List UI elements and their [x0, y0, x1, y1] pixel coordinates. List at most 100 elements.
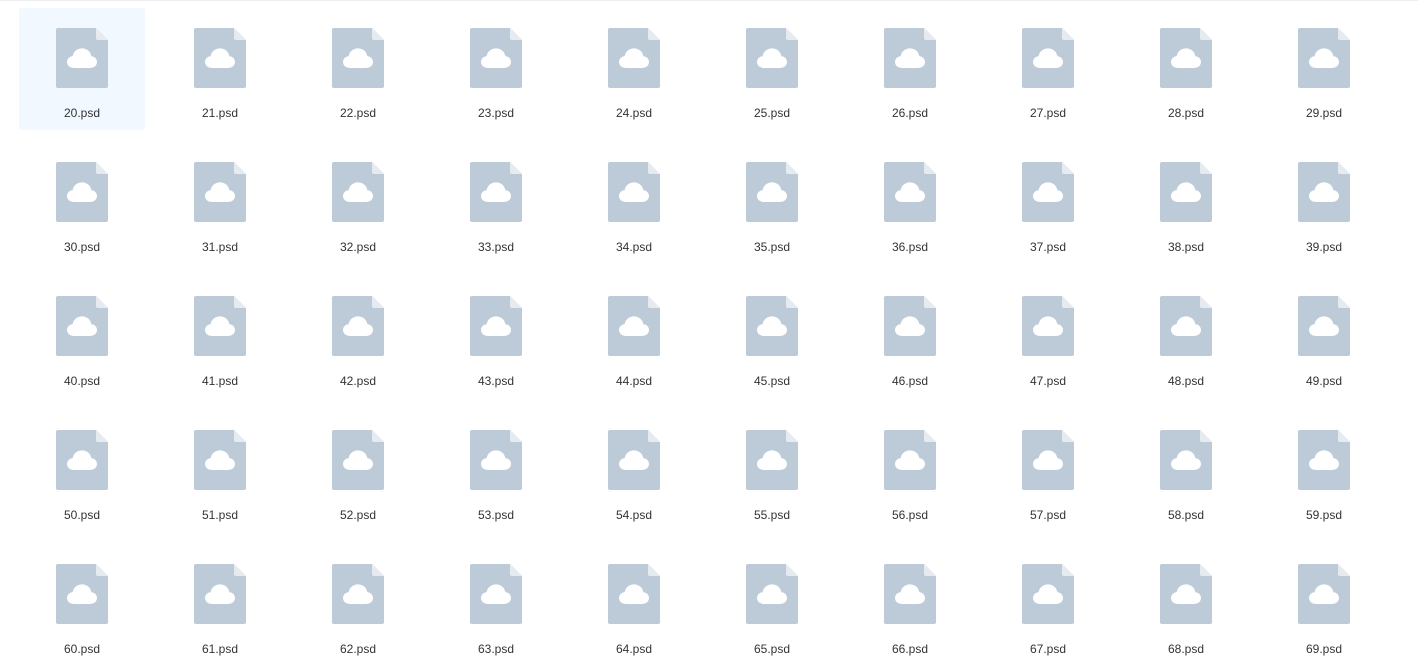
file-item[interactable]: 58.psd [1123, 410, 1249, 532]
file-item[interactable]: 47.psd [985, 276, 1111, 398]
file-item[interactable]: 32.psd [295, 142, 421, 264]
file-name: 35.psd [753, 240, 791, 254]
file-item[interactable]: 43.psd [433, 276, 559, 398]
cloud-file-icon [1298, 430, 1350, 490]
file-name: 69.psd [1305, 642, 1343, 656]
file-item[interactable]: 64.psd [571, 544, 697, 666]
file-grid: 20.psd 21.psd 22.psd 23.psd 24.psd 25.ps… [19, 8, 1387, 666]
file-item[interactable]: 35.psd [709, 142, 835, 264]
cloud-file-icon [194, 28, 246, 88]
file-item[interactable]: 49.psd [1261, 276, 1387, 398]
file-name: 30.psd [63, 240, 101, 254]
file-item[interactable]: 34.psd [571, 142, 697, 264]
cloud-file-icon [470, 162, 522, 222]
file-name: 46.psd [891, 374, 929, 388]
file-item[interactable]: 48.psd [1123, 276, 1249, 398]
cloud-file-icon [332, 564, 384, 624]
cloud-file-icon [1022, 430, 1074, 490]
cloud-file-icon [470, 430, 522, 490]
file-item[interactable]: 57.psd [985, 410, 1111, 532]
file-item[interactable]: 65.psd [709, 544, 835, 666]
file-item[interactable]: 55.psd [709, 410, 835, 532]
cloud-file-icon [746, 162, 798, 222]
cloud-file-icon [746, 28, 798, 88]
file-name: 53.psd [477, 508, 515, 522]
cloud-file-icon [884, 564, 936, 624]
file-item[interactable]: 22.psd [295, 8, 421, 130]
file-name: 57.psd [1029, 508, 1067, 522]
file-item[interactable]: 44.psd [571, 276, 697, 398]
file-name: 62.psd [339, 642, 377, 656]
file-item[interactable]: 69.psd [1261, 544, 1387, 666]
file-item[interactable]: 28.psd [1123, 8, 1249, 130]
file-item[interactable]: 67.psd [985, 544, 1111, 666]
file-item[interactable]: 63.psd [433, 544, 559, 666]
file-item[interactable]: 20.psd [19, 8, 145, 130]
file-name: 60.psd [63, 642, 101, 656]
file-item[interactable]: 41.psd [157, 276, 283, 398]
file-name: 66.psd [891, 642, 929, 656]
cloud-file-icon [746, 564, 798, 624]
file-item[interactable]: 62.psd [295, 544, 421, 666]
file-item[interactable]: 38.psd [1123, 142, 1249, 264]
file-item[interactable]: 33.psd [433, 142, 559, 264]
file-name: 67.psd [1029, 642, 1067, 656]
file-name: 36.psd [891, 240, 929, 254]
file-item[interactable]: 24.psd [571, 8, 697, 130]
file-item[interactable]: 46.psd [847, 276, 973, 398]
cloud-file-icon [1022, 28, 1074, 88]
file-item[interactable]: 52.psd [295, 410, 421, 532]
file-item[interactable]: 39.psd [1261, 142, 1387, 264]
file-item[interactable]: 59.psd [1261, 410, 1387, 532]
file-item[interactable]: 45.psd [709, 276, 835, 398]
file-name: 22.psd [339, 106, 377, 120]
file-name: 52.psd [339, 508, 377, 522]
cloud-file-icon [332, 430, 384, 490]
file-item[interactable]: 26.psd [847, 8, 973, 130]
file-item[interactable]: 25.psd [709, 8, 835, 130]
file-name: 54.psd [615, 508, 653, 522]
cloud-file-icon [56, 430, 108, 490]
file-item[interactable]: 53.psd [433, 410, 559, 532]
cloud-file-icon [56, 564, 108, 624]
file-item[interactable]: 51.psd [157, 410, 283, 532]
file-name: 25.psd [753, 106, 791, 120]
top-divider [0, 0, 1418, 1]
file-item[interactable]: 56.psd [847, 410, 973, 532]
cloud-file-icon [332, 162, 384, 222]
file-name: 48.psd [1167, 374, 1205, 388]
file-item[interactable]: 30.psd [19, 142, 145, 264]
file-item[interactable]: 37.psd [985, 142, 1111, 264]
file-name: 63.psd [477, 642, 515, 656]
file-item[interactable]: 40.psd [19, 276, 145, 398]
cloud-file-icon [1160, 162, 1212, 222]
file-item[interactable]: 36.psd [847, 142, 973, 264]
cloud-file-icon [194, 430, 246, 490]
file-item[interactable]: 68.psd [1123, 544, 1249, 666]
file-name: 41.psd [201, 374, 239, 388]
file-item[interactable]: 66.psd [847, 544, 973, 666]
file-name: 21.psd [201, 106, 239, 120]
file-item[interactable]: 31.psd [157, 142, 283, 264]
cloud-file-icon [884, 296, 936, 356]
file-item[interactable]: 27.psd [985, 8, 1111, 130]
file-item[interactable]: 29.psd [1261, 8, 1387, 130]
cloud-file-icon [470, 564, 522, 624]
file-name: 20.psd [63, 106, 101, 120]
file-item[interactable]: 54.psd [571, 410, 697, 532]
file-name: 49.psd [1305, 374, 1343, 388]
file-name: 27.psd [1029, 106, 1067, 120]
file-name: 45.psd [753, 374, 791, 388]
file-item[interactable]: 23.psd [433, 8, 559, 130]
file-name: 40.psd [63, 374, 101, 388]
file-item[interactable]: 60.psd [19, 544, 145, 666]
file-item[interactable]: 61.psd [157, 544, 283, 666]
file-name: 51.psd [201, 508, 239, 522]
file-item[interactable]: 42.psd [295, 276, 421, 398]
cloud-file-icon [608, 162, 660, 222]
file-name: 47.psd [1029, 374, 1067, 388]
file-item[interactable]: 50.psd [19, 410, 145, 532]
file-name: 29.psd [1305, 106, 1343, 120]
cloud-file-icon [332, 296, 384, 356]
file-item[interactable]: 21.psd [157, 8, 283, 130]
